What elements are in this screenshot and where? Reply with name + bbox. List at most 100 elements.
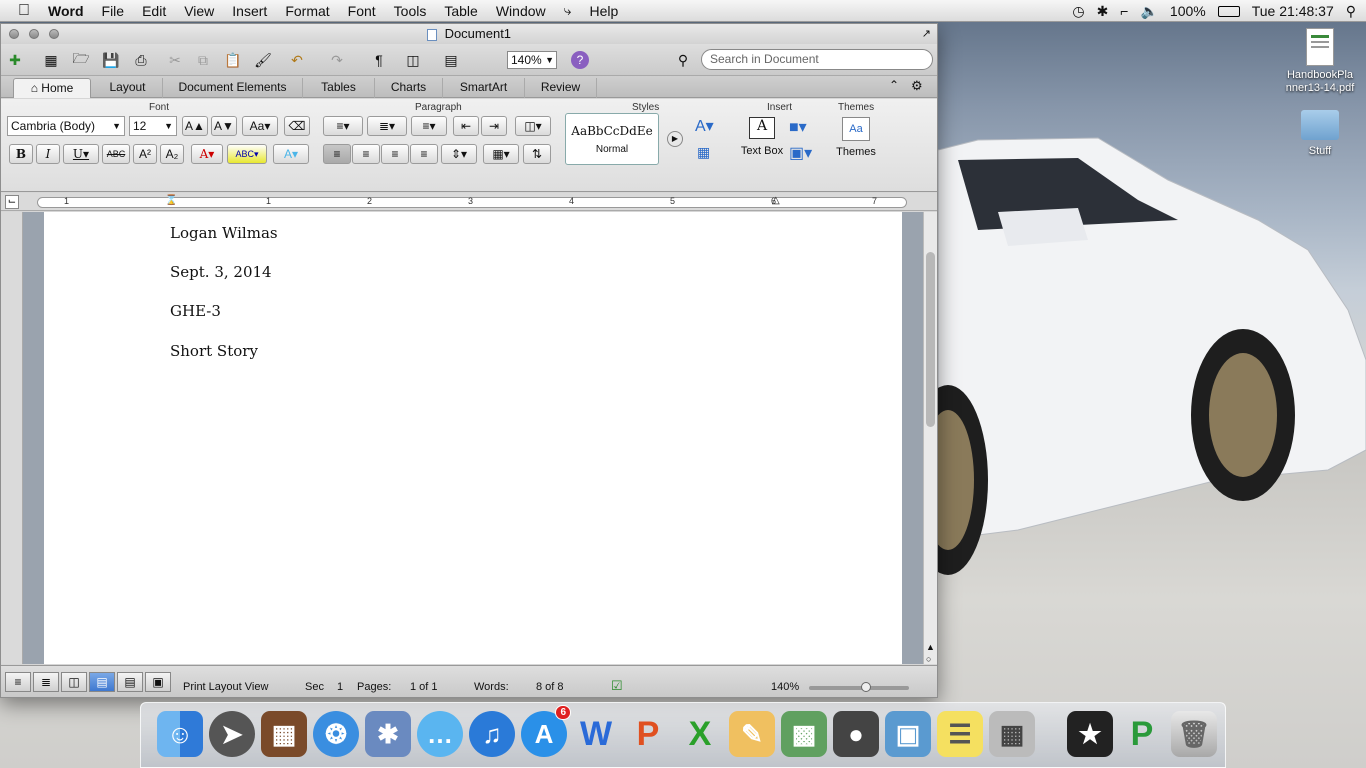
iphoto-icon[interactable]: ▣: [885, 711, 931, 757]
collapse-ribbon-icon[interactable]: ⌃: [889, 78, 899, 92]
time-machine-icon[interactable]: ◷: [1072, 3, 1084, 20]
search-in-document-input[interactable]: Search in Document: [701, 49, 933, 70]
right-indent-marker[interactable]: △: [772, 195, 780, 206]
messages-icon[interactable]: …: [417, 711, 463, 757]
numbers-icon[interactable]: ▩: [781, 711, 827, 757]
menu-format[interactable]: Format: [276, 3, 338, 19]
script-menu-icon[interactable]: ⤷: [555, 2, 581, 19]
manage-styles-icon[interactable]: A▾: [695, 116, 714, 136]
shapes-icon[interactable]: ■▾: [789, 117, 807, 137]
help-icon[interactable]: ?: [571, 51, 589, 69]
launchpad-icon[interactable]: ➤: [209, 711, 255, 757]
wifi-icon[interactable]: ⌐: [1120, 3, 1128, 19]
clock[interactable]: Tue 21:48:37: [1252, 3, 1334, 19]
decrease-indent-button[interactable]: ⇤: [453, 116, 479, 136]
word-icon[interactable]: W: [573, 711, 619, 757]
safari-icon[interactable]: ❂: [313, 711, 359, 757]
menu-word[interactable]: Word: [39, 3, 93, 19]
numbering-button[interactable]: ≣▾: [367, 116, 407, 136]
finder-icon[interactable]: ☺: [157, 711, 203, 757]
highlight-button[interactable]: ABC▾: [227, 144, 267, 164]
bluetooth-icon[interactable]: ✱: [1097, 3, 1109, 20]
vertical-scrollbar[interactable]: ▲ ○: [923, 212, 937, 664]
grow-font-button[interactable]: A▲: [182, 116, 208, 136]
sort-button[interactable]: ⇅: [523, 144, 551, 164]
stickies-icon[interactable]: ☰: [937, 711, 983, 757]
menu-window[interactable]: Window: [487, 3, 555, 19]
align-center-button[interactable]: ≡: [352, 144, 380, 164]
app-store-icon[interactable]: A 6: [521, 705, 571, 757]
excel-icon[interactable]: X: [677, 711, 723, 757]
columns-button[interactable]: ◫▾: [515, 116, 551, 136]
trash-icon[interactable]: 🗑: [1171, 711, 1217, 757]
open-folder-icon[interactable]: 🗁: [71, 50, 91, 70]
photo-booth-icon[interactable]: ▦: [261, 711, 307, 757]
document-area[interactable]: Logan Wilmas Sept. 3, 2014 GHE-3 Short S…: [23, 212, 923, 664]
sidebar-toggle-icon[interactable]: ◫: [403, 50, 423, 70]
zoom-window-button[interactable]: [49, 29, 59, 39]
minimize-window-button[interactable]: [29, 29, 39, 39]
preview-icon[interactable]: ✱: [365, 711, 411, 757]
tab-charts[interactable]: Charts: [375, 78, 443, 98]
document-line-name[interactable]: Logan Wilmas: [170, 224, 278, 242]
undo-icon[interactable]: ↶: [287, 50, 307, 70]
zoom-slider-thumb[interactable]: [861, 682, 871, 692]
focus-view-button[interactable]: ▣: [145, 672, 171, 692]
italic-button[interactable]: I: [36, 144, 60, 164]
print-layout-view-button[interactable]: ▤: [89, 672, 115, 692]
menu-help[interactable]: Help: [580, 3, 627, 19]
borders-button[interactable]: ▦▾: [483, 144, 519, 164]
document-line-title[interactable]: Short Story: [170, 342, 258, 360]
shrink-font-button[interactable]: A▼: [211, 116, 237, 136]
align-right-button[interactable]: ≡: [381, 144, 409, 164]
copy-icon[interactable]: ⧉: [193, 50, 213, 70]
left-indent-marker[interactable]: ⌛: [165, 195, 177, 206]
text-effects-button[interactable]: A▾: [273, 144, 309, 164]
menu-table[interactable]: Table: [435, 3, 486, 19]
document-line-date[interactable]: Sept. 3, 2014: [170, 263, 272, 281]
menu-insert[interactable]: Insert: [223, 3, 276, 19]
publishing-view-button[interactable]: ◫: [61, 672, 87, 692]
desktop-icon-handbook[interactable]: HandbookPla nner13-14.pdf: [1277, 28, 1363, 95]
clear-formatting-button[interactable]: ⌫: [284, 116, 310, 136]
font-color-button[interactable]: A▾: [191, 144, 223, 164]
browse-object-icon[interactable]: ○: [926, 654, 931, 664]
change-case-button[interactable]: Aa▾: [242, 116, 278, 136]
redo-icon[interactable]: ↷: [327, 50, 347, 70]
draft-view-button[interactable]: ≡: [5, 672, 31, 692]
menu-file[interactable]: File: [93, 3, 134, 19]
templates-gallery-icon[interactable]: ▦: [41, 50, 61, 70]
recent-image-stack-icon[interactable]: ★: [1067, 711, 1113, 757]
styles-pane-icon[interactable]: ▦: [697, 144, 710, 161]
itunes-icon[interactable]: ♫: [469, 711, 515, 757]
spotlight-icon[interactable]: ⚲: [1346, 3, 1356, 20]
paste-icon[interactable]: 📋: [223, 50, 243, 70]
menu-view[interactable]: View: [175, 3, 223, 19]
facetime-icon[interactable]: ●: [833, 711, 879, 757]
style-gallery-normal[interactable]: AaBbCcDdEe Normal: [565, 113, 659, 165]
menu-font[interactable]: Font: [339, 3, 385, 19]
powerpoint-icon[interactable]: P: [625, 711, 671, 757]
bullets-button[interactable]: ≡▾: [323, 116, 363, 136]
format-painter-icon[interactable]: 🖌: [253, 50, 273, 70]
cut-icon[interactable]: ✂: [165, 50, 185, 70]
project-icon[interactable]: P: [1119, 711, 1165, 757]
subscript-button[interactable]: A₂: [160, 144, 184, 164]
menu-edit[interactable]: Edit: [133, 3, 175, 19]
tab-document-elements[interactable]: Document Elements: [163, 78, 303, 98]
picture-icon[interactable]: ▣▾: [789, 143, 812, 163]
text-box-button[interactable]: A Text Box: [739, 117, 785, 169]
increase-indent-button[interactable]: ⇥: [481, 116, 507, 136]
menu-tools[interactable]: Tools: [385, 3, 436, 19]
close-window-button[interactable]: [9, 29, 19, 39]
vertical-ruler[interactable]: [1, 212, 23, 664]
new-document-icon[interactable]: ✚: [5, 50, 25, 70]
previous-page-icon[interactable]: ▲: [926, 642, 935, 652]
bold-button[interactable]: B: [9, 144, 33, 164]
justify-button[interactable]: ≡: [410, 144, 438, 164]
horizontal-ruler[interactable]: ⌙ 1 1 2 3 4 5 6 7 ⌛ △: [1, 193, 937, 211]
tab-home[interactable]: ⌂ Home: [13, 78, 91, 98]
font-name-select[interactable]: Cambria (Body) ▼: [7, 116, 125, 136]
volume-icon[interactable]: 🔈: [1140, 3, 1157, 20]
zoom-select[interactable]: 140% ▼: [507, 51, 557, 69]
